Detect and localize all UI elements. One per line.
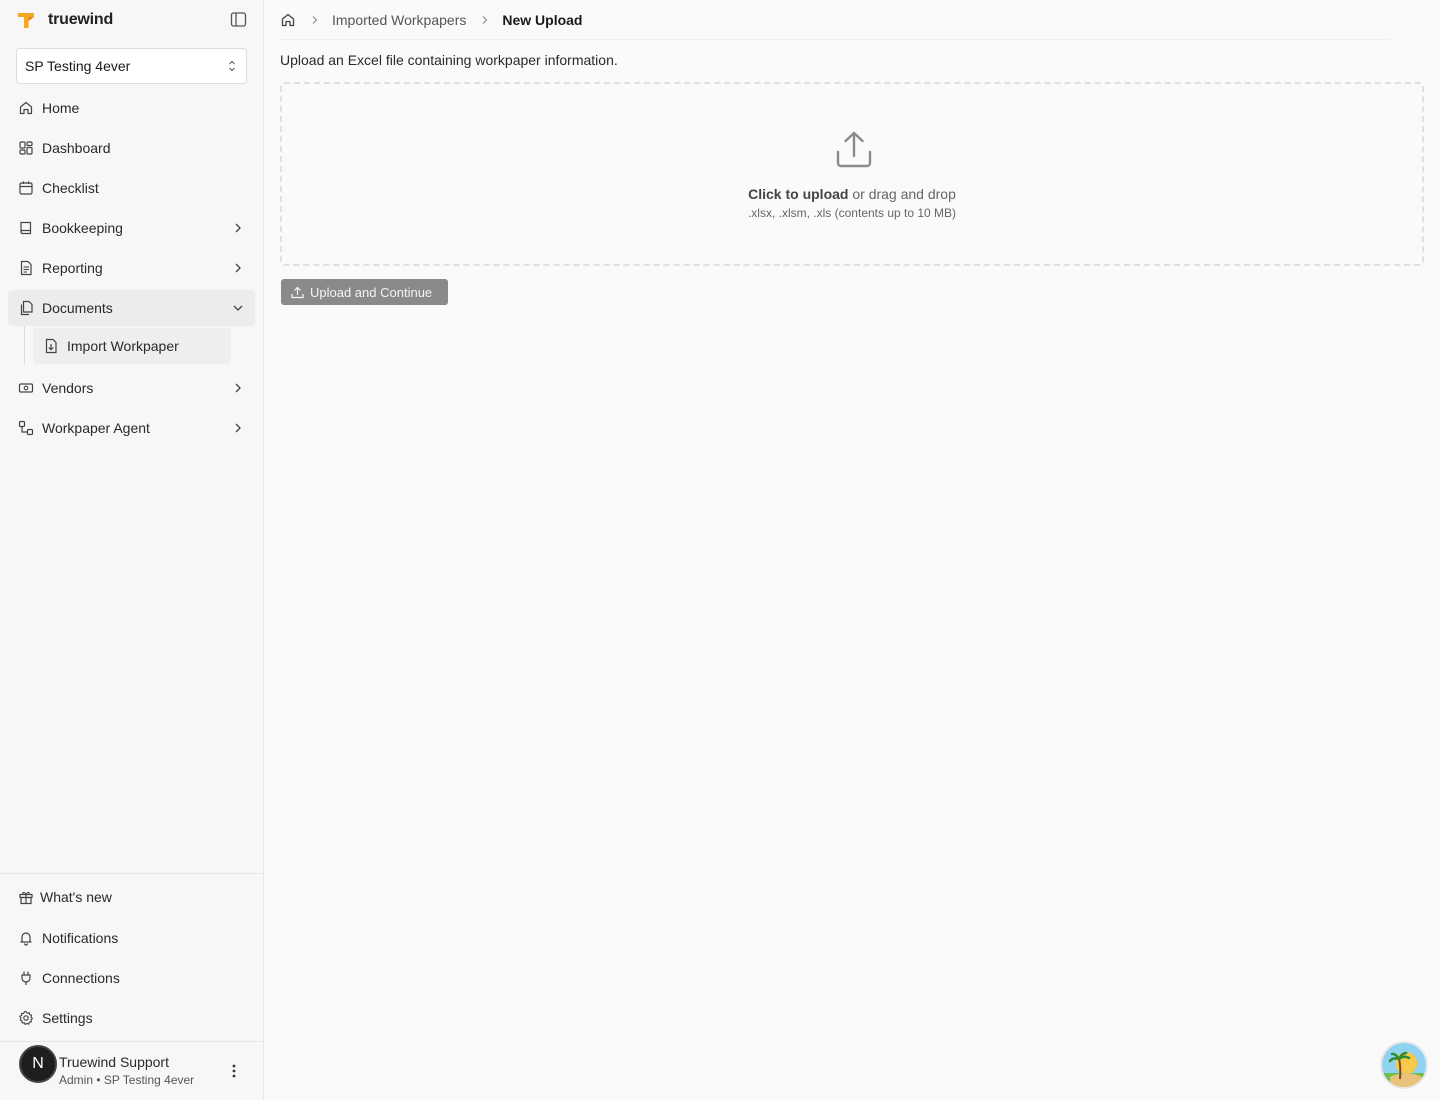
click-to-upload-link[interactable]: Click to upload — [748, 186, 848, 202]
dropzone-formats: .xlsx, .xlsm, .xls (contents up to 10 MB… — [747, 206, 957, 220]
sidebar-item-label: Notifications — [42, 930, 119, 946]
upload-and-continue-button[interactable]: Upload and Continue — [281, 279, 448, 305]
gift-icon — [19, 891, 33, 905]
sidebar-item-label: Workpaper Agent — [42, 420, 150, 436]
breadcrumb-current: New Upload — [502, 11, 583, 28]
file-text-icon — [20, 260, 32, 276]
sidebar-item-checklist[interactable]: Checklist — [8, 170, 255, 206]
sidebar-item-workpaper-agent[interactable]: Workpaper Agent — [8, 410, 255, 446]
sidebar-item-home[interactable]: Home — [8, 90, 255, 126]
breadcrumb-imported-workpapers[interactable]: Imported Workpapers — [332, 12, 466, 28]
home-icon[interactable] — [280, 12, 296, 28]
user-role: Admin • SP Testing 4ever — [59, 1073, 195, 1087]
chevrons-up-down-icon — [229, 60, 235, 72]
sidebar-item-label: Reporting — [42, 260, 103, 276]
sidebar-toggle-icon[interactable] — [230, 11, 247, 28]
sidebar-item-bookkeeping[interactable]: Bookkeeping — [8, 210, 255, 246]
sidebar-item-label: Documents — [42, 300, 113, 316]
brand-name: truewind — [48, 11, 114, 28]
truewind-logo-icon — [18, 13, 34, 28]
main-nav: Home Dashboard Checklist Bookkeeping Rep… — [8, 90, 255, 450]
organization-select[interactable]: SP Testing 4ever — [16, 48, 247, 84]
upload-and-continue-label: Upload and Continue — [310, 284, 433, 300]
gear-icon — [19, 1010, 34, 1026]
chevron-right-icon — [312, 15, 318, 24]
plug-icon — [21, 971, 31, 985]
chevron-right-icon — [235, 263, 241, 273]
upload-icon — [291, 286, 304, 298]
documents-icon — [20, 300, 33, 316]
sidebar-item-label: Bookkeeping — [42, 220, 123, 236]
brand[interactable]: truewind — [16, 8, 113, 32]
sidebar-footer-nav: What's new Notifications Connections Set… — [0, 873, 263, 1040]
breadcrumb: Imported Workpapers New Upload — [280, 0, 1390, 40]
sidebar: truewind SP Testing 4ever Home Dashboard… — [0, 0, 264, 1100]
calendar-icon — [19, 181, 33, 195]
chevron-right-icon — [235, 223, 241, 233]
assistant-launcher[interactable] — [1380, 1041, 1428, 1089]
bell-icon — [20, 932, 32, 946]
dashboard-icon — [19, 141, 33, 155]
file-dropzone[interactable]: Click to upload or drag and drop .xlsx, … — [280, 82, 1424, 266]
file-import-icon — [45, 338, 57, 354]
sidebar-item-reporting[interactable]: Reporting — [8, 250, 255, 286]
home-icon — [19, 101, 33, 115]
sidebar-item-documents[interactable]: Documents — [8, 290, 255, 326]
avatar: N — [19, 1045, 57, 1083]
sidebar-item-label: Settings — [42, 1010, 93, 1026]
drag-drop-text: or drag and drop — [848, 186, 956, 202]
sidebar-item-settings[interactable]: Settings — [8, 1000, 255, 1036]
book-icon — [20, 221, 32, 235]
chevron-right-icon — [482, 15, 488, 24]
banknote-icon — [18, 383, 34, 393]
chevron-right-icon — [235, 383, 241, 393]
sidebar-item-label: Import Workpaper — [67, 338, 179, 354]
sidebar-item-label: Checklist — [42, 180, 99, 196]
sidebar-item-connections[interactable]: Connections — [8, 960, 255, 996]
sidebar-item-label: Connections — [42, 970, 120, 986]
upload-icon — [836, 131, 872, 168]
workflow-icon — [18, 420, 34, 436]
page-description: Upload an Excel file containing workpape… — [280, 52, 618, 68]
sidebar-item-label: Home — [42, 100, 80, 116]
chevron-down-icon — [233, 305, 243, 311]
sidebar-item-label: What's new — [40, 889, 112, 905]
sidebar-item-vendors[interactable]: Vendors — [8, 370, 255, 406]
submenu-rail — [24, 326, 25, 364]
sidebar-item-import-workpaper[interactable]: Import Workpaper — [33, 328, 231, 364]
sidebar-item-notifications[interactable]: Notifications — [8, 920, 255, 956]
main-content: Imported Workpapers New Upload Upload an… — [264, 0, 1440, 1100]
sidebar-item-dashboard[interactable]: Dashboard — [8, 130, 255, 166]
more-vertical-icon[interactable] — [226, 1062, 242, 1080]
chevron-right-icon — [235, 423, 241, 433]
dropzone-instruction: Click to upload or drag and drop — [282, 186, 1422, 202]
sidebar-item-whats-new[interactable]: What's new — [8, 878, 255, 916]
documents-submenu: Import Workpaper — [8, 326, 255, 368]
organization-select-value: SP Testing 4ever — [25, 58, 131, 74]
sidebar-item-label: Dashboard — [42, 140, 111, 156]
sidebar-item-label: Vendors — [42, 380, 94, 396]
user-profile[interactable]: N Truewind Support Admin • SP Testing 4e… — [0, 1041, 263, 1100]
user-name: Truewind Support — [59, 1054, 169, 1070]
